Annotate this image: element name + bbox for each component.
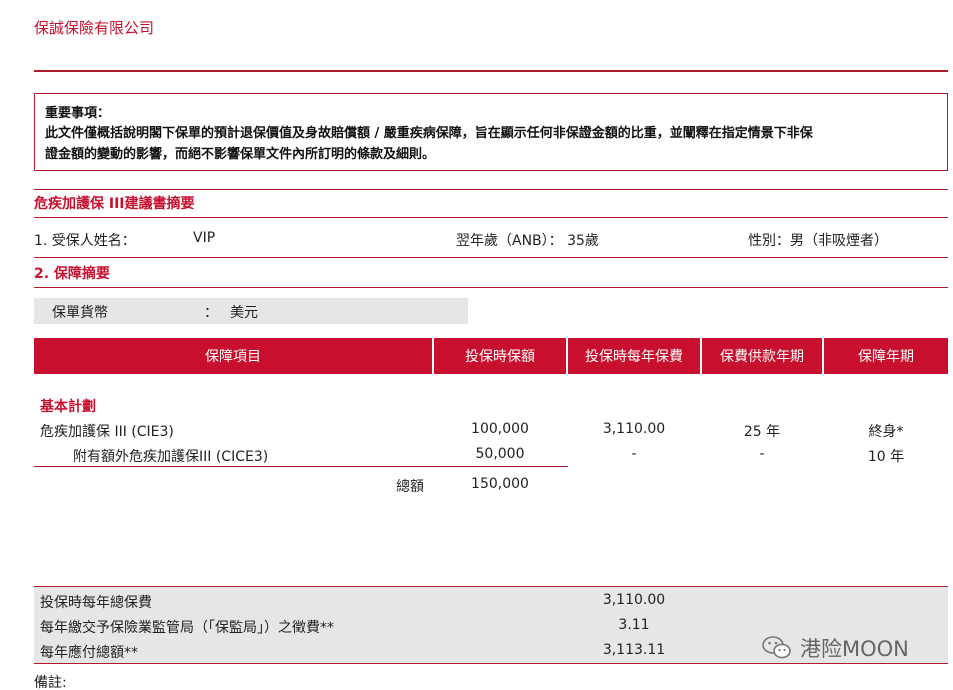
wechat-icon bbox=[762, 635, 792, 661]
header-divider bbox=[34, 70, 948, 72]
divider bbox=[34, 287, 948, 288]
row-1-term: 25 年 bbox=[743, 424, 781, 440]
summary-1-value: 3,110.00 bbox=[602, 592, 666, 608]
row-1-item: 危疾加護保 III (CIE3) bbox=[40, 424, 174, 440]
summary-1-label: 投保時每年總保費 bbox=[40, 595, 152, 611]
notice-line-1: 此文件僅概括說明閣下保單的預計退保價值及身故賠償額 / 嚴重疾病保障，旨在顯示任… bbox=[45, 126, 813, 141]
row-2-sum: 50,000 bbox=[475, 446, 525, 462]
total-label: 總額 bbox=[396, 479, 424, 495]
insured-name-value: VIP bbox=[193, 230, 216, 246]
row-2-coverage: 10 年 bbox=[867, 449, 905, 465]
remarks-label: 備註: bbox=[34, 675, 67, 690]
currency-label: 保單貨幣 bbox=[52, 305, 108, 321]
insured-name-label: 1. 受保人姓名： bbox=[34, 233, 136, 249]
insured-age: 翌年歲（ANB）： 35歲 bbox=[456, 233, 599, 249]
divider bbox=[34, 217, 948, 218]
row-1-coverage: 終身* bbox=[868, 424, 904, 440]
basic-plan-title: 基本計劃 bbox=[40, 399, 96, 415]
watermark-text: 港险MOON bbox=[800, 637, 909, 661]
summary-3-value: 3,113.11 bbox=[602, 642, 666, 658]
row-1-premium: 3,110.00 bbox=[602, 421, 666, 437]
row-1-sum: 100,000 bbox=[471, 421, 529, 437]
section-2-title: 2. 保障摘要 bbox=[34, 266, 110, 282]
row-2-premium: - bbox=[631, 446, 637, 462]
currency-colon: ： bbox=[204, 305, 218, 321]
header-coverage-item: 保障項目 bbox=[34, 338, 432, 374]
currency-row: 保單貨幣 ： 美元 bbox=[34, 298, 468, 324]
company-name: 保誠保險有限公司 bbox=[34, 19, 155, 37]
header-sum-insured: 投保時保額 bbox=[434, 338, 566, 374]
total-divider bbox=[34, 466, 568, 467]
important-notice-box: 重要事項： 此文件僅概括說明閣下保單的預計退保價值及身故賠償額 / 嚴重疾病保障… bbox=[34, 93, 948, 171]
notice-line-2: 證金額的變動的影響，而絕不影響保單文件內所訂明的條款及細則。 bbox=[45, 147, 436, 162]
proposal-title: 危疾加護保 III建議書摘要 bbox=[34, 196, 195, 212]
header-annual-premium: 投保時每年保費 bbox=[568, 338, 700, 374]
divider bbox=[34, 189, 948, 190]
header-coverage-term: 保障年期 bbox=[824, 338, 948, 374]
summary-2-value: 3.11 bbox=[618, 617, 650, 633]
insured-gender: 性別：男（非吸煙者） bbox=[748, 233, 888, 249]
header-premium-term: 保費供款年期 bbox=[702, 338, 822, 374]
coverage-table-header: 保障項目 投保時保額 投保時每年保費 保費供款年期 保障年期 bbox=[34, 338, 948, 374]
row-2-term: - bbox=[759, 446, 765, 462]
summary-3-label: 每年應付總額** bbox=[40, 645, 138, 661]
row-2-item: 附有額外危疾加護保III (CICE3) bbox=[73, 449, 269, 465]
notice-heading: 重要事項： bbox=[45, 106, 111, 121]
divider bbox=[34, 257, 948, 258]
watermark: 港险MOON bbox=[762, 633, 909, 663]
currency-value: 美元 bbox=[230, 305, 258, 321]
total-value: 150,000 bbox=[471, 476, 529, 492]
summary-2-label: 每年繳交予保險業監管局（「保監局」）之徵費** bbox=[40, 620, 334, 636]
